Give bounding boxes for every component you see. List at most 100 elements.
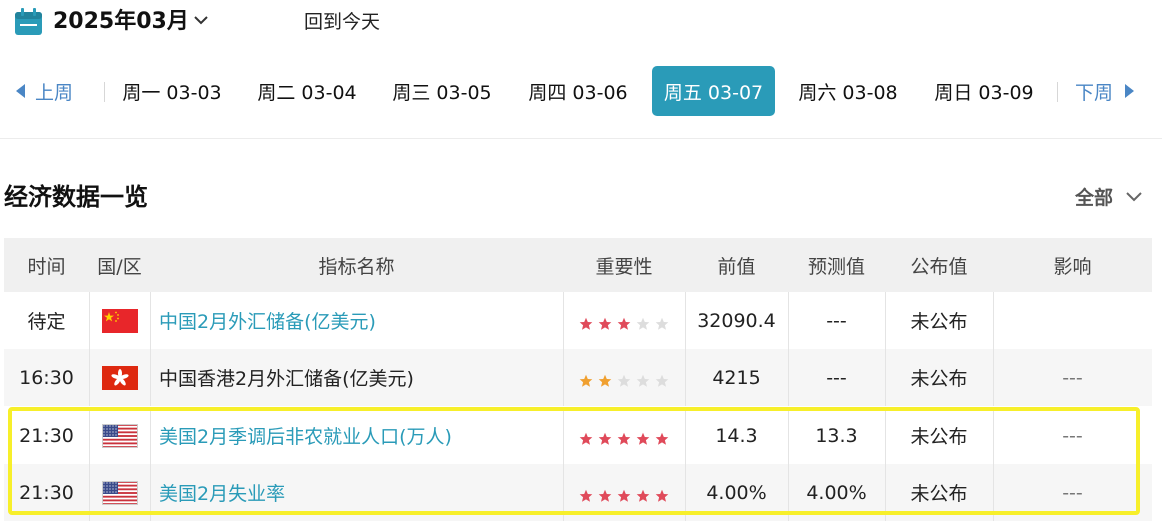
star-icon	[655, 374, 669, 387]
month-label[interactable]: 2025年03月	[53, 7, 189, 37]
divider	[1057, 82, 1058, 102]
previous-value-cell: 4.00%	[706, 481, 767, 504]
column-divider	[993, 464, 994, 521]
column-divider	[150, 407, 151, 464]
previous-value-cell: 32090.4	[697, 309, 776, 332]
column-divider	[89, 349, 90, 406]
column-divider	[563, 464, 564, 521]
region-cell	[89, 292, 150, 349]
back-to-today-button[interactable]: 回到今天	[304, 8, 380, 36]
day-tab-wed[interactable]: 周三 03-05	[380, 66, 504, 116]
region-cell	[89, 464, 150, 521]
column-divider	[563, 349, 564, 406]
star-icon	[579, 374, 593, 387]
star-icon	[617, 374, 631, 387]
impact-cell: ---	[1062, 481, 1083, 504]
divider	[0, 138, 1162, 139]
forecast-value-cell: ---	[826, 366, 847, 389]
day-tab-sat[interactable]: 周六 03-08	[786, 66, 910, 116]
region-cell	[89, 407, 150, 464]
column-header-importance: 重要性	[595, 255, 653, 278]
star-icon	[636, 374, 650, 387]
column-divider	[685, 464, 686, 521]
day-tab-mon[interactable]: 周一 03-03	[110, 66, 234, 116]
column-divider	[150, 292, 151, 349]
day-tab-sun[interactable]: 周日 03-09	[922, 66, 1046, 116]
indicator-cell: 中国香港2月外汇储备(亿美元)	[159, 368, 414, 390]
prev-week-label: 上周	[35, 81, 74, 104]
star-icon	[598, 317, 612, 330]
cn-flag-icon	[101, 308, 138, 333]
importance-cell	[563, 407, 685, 464]
column-divider	[885, 464, 886, 521]
column-divider	[89, 407, 90, 464]
column-divider	[89, 292, 90, 349]
impact-cell: ---	[1062, 424, 1083, 447]
us-flag-icon	[101, 480, 138, 505]
star-icon	[598, 374, 612, 387]
column-header-actual: 公布值	[910, 255, 968, 278]
actual-value-cell: 未公布	[910, 311, 968, 333]
actual-value-cell: 未公布	[910, 368, 968, 390]
importance-stars	[579, 489, 669, 503]
calendar-icon[interactable]	[14, 8, 43, 36]
prev-week-button[interactable]: 上周	[16, 64, 73, 118]
day-tab-thu[interactable]: 周四 03-06	[516, 66, 640, 116]
column-divider	[788, 292, 789, 349]
previous-value-cell: 4215	[712, 366, 761, 389]
table-row: 21:30 美国2月失业率 4.00% 4.00% 未公布 ---	[4, 464, 1152, 521]
column-header-indicator: 指标名称	[318, 255, 395, 278]
indicator-link[interactable]: 中国2月外汇储备(亿美元)	[150, 292, 563, 349]
time-cell: 16:30	[19, 366, 74, 389]
importance-cell	[563, 349, 685, 406]
chevron-left-icon	[16, 84, 25, 98]
importance-cell	[563, 464, 685, 521]
column-divider	[685, 292, 686, 349]
column-divider	[563, 407, 564, 464]
table-row: 待定 中国2月外汇储备(亿美元) 32090.4 --- 未公布	[4, 292, 1152, 349]
chevron-down-icon	[1126, 191, 1142, 201]
column-divider	[563, 292, 564, 349]
column-header-forecast: 预测值	[807, 255, 865, 278]
actual-value-cell: 未公布	[910, 483, 968, 505]
time-cell: 21:30	[19, 424, 74, 447]
divider	[104, 82, 105, 102]
column-divider	[993, 407, 994, 464]
next-week-label: 下周	[1075, 81, 1114, 104]
day-tab-fri[interactable]: 周五 03-07	[652, 66, 775, 116]
indicator-link[interactable]: 美国2月季调后非农就业人口(万人)	[150, 407, 563, 464]
filter-label: 全部	[1075, 187, 1114, 209]
table-row: 21:30 美国2月季调后非农就业人口(万人) 14.3 13.3 未公布 ---	[4, 407, 1152, 464]
column-divider	[150, 349, 151, 406]
forecast-value-cell: ---	[826, 309, 847, 332]
star-icon	[598, 489, 612, 502]
next-week-button[interactable]: 下周	[1075, 64, 1135, 118]
day-tab-tue[interactable]: 周二 03-04	[245, 66, 369, 116]
impact-cell	[993, 292, 1152, 349]
star-icon	[617, 432, 631, 445]
star-icon	[598, 432, 612, 445]
star-icon	[617, 489, 631, 502]
star-icon	[579, 432, 593, 445]
star-icon	[636, 489, 650, 502]
column-divider	[788, 407, 789, 464]
importance-cell	[563, 292, 685, 349]
forecast-value-cell: 4.00%	[806, 481, 867, 504]
column-divider	[993, 292, 994, 349]
column-divider	[885, 292, 886, 349]
filter-dropdown[interactable]: 全部	[1075, 183, 1143, 210]
forecast-value-cell: 13.3	[815, 424, 858, 447]
actual-value-cell: 未公布	[910, 426, 968, 448]
chevron-down-icon[interactable]	[193, 14, 209, 26]
chevron-right-icon	[1125, 84, 1135, 98]
top-bar: 2025年03月 回到今天	[0, 0, 1162, 46]
importance-stars	[579, 432, 669, 446]
importance-stars	[579, 374, 669, 388]
column-header-previous: 前值	[717, 255, 756, 278]
column-divider	[788, 464, 789, 521]
time-cell: 待定	[27, 311, 66, 333]
us-flag-icon	[101, 423, 138, 448]
hk-flag-icon	[101, 365, 138, 390]
column-divider	[993, 349, 994, 406]
indicator-link[interactable]: 美国2月失业率	[150, 464, 563, 521]
